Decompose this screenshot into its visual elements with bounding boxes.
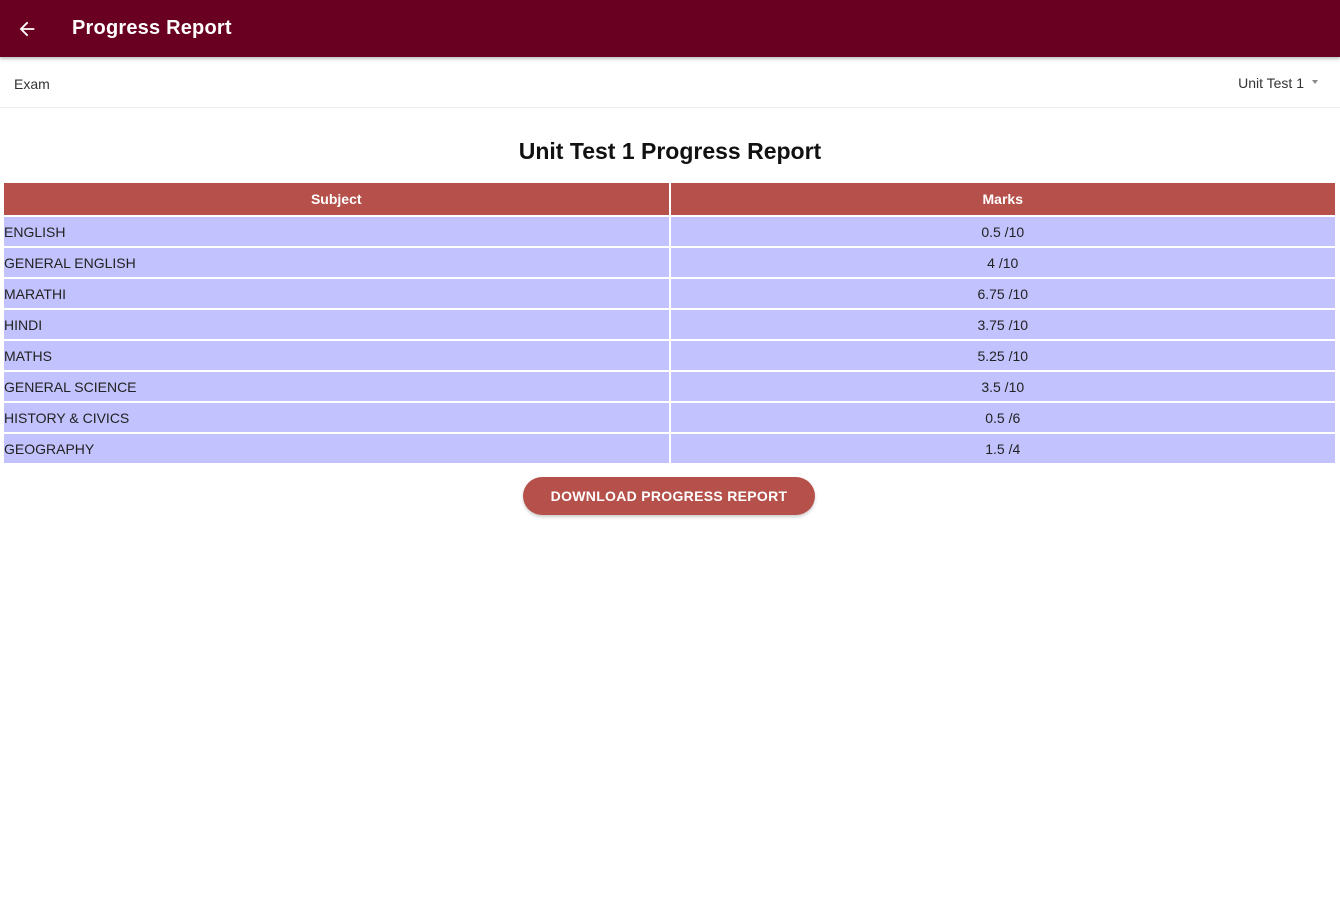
subject-cell: GENERAL ENGLISH (4, 246, 671, 278)
table-row: HINDI 3.75 /10 (4, 308, 1335, 340)
marks-cell: 1.5 /4 (669, 432, 1335, 463)
subject-cell: HISTORY & CIVICS (4, 401, 671, 433)
back-button[interactable] (12, 14, 42, 44)
chevron-down-icon (1312, 80, 1318, 84)
page-title: Progress Report (72, 17, 232, 39)
table-row: MARATHI 6.75 /10 (4, 277, 1335, 309)
subject-cell: GENERAL SCIENCE (4, 370, 671, 402)
subject-cell: HINDI (4, 308, 671, 340)
arrow-left-icon (19, 21, 35, 37)
table-row: GENERAL ENGLISH 4 /10 (4, 246, 1335, 278)
table-row: ENGLISH 0.5 /10 (4, 215, 1335, 247)
subject-cell: MATHS (4, 339, 671, 371)
marks-cell: 3.5 /10 (669, 370, 1335, 402)
exam-dropdown[interactable]: Unit Test 1 (1238, 75, 1318, 91)
table-header-row: Subject Marks (4, 183, 1335, 216)
table-row: HISTORY & CIVICS 0.5 /6 (4, 401, 1335, 433)
marks-cell: 0.5 /10 (669, 215, 1335, 247)
marks-cell: 6.75 /10 (669, 277, 1335, 309)
table-row: GEOGRAPHY 1.5 /4 (4, 432, 1335, 463)
marks-column-header: Marks (669, 183, 1335, 216)
exam-filter-row: Exam Unit Test 1 (0, 57, 1340, 108)
exam-dropdown-value: Unit Test 1 (1238, 75, 1304, 91)
marks-table: Subject Marks ENGLISH 0.5 /10 GENERAL EN… (4, 183, 1335, 463)
marks-cell: 4 /10 (669, 246, 1335, 278)
table-row: GENERAL SCIENCE 3.5 /10 (4, 370, 1335, 402)
subject-cell: MARATHI (4, 277, 671, 309)
exam-label: Exam (14, 76, 50, 92)
marks-cell: 0.5 /6 (669, 401, 1335, 433)
marks-cell: 5.25 /10 (669, 339, 1335, 371)
download-progress-report-button[interactable]: DOWNLOAD PROGRESS REPORT (523, 477, 815, 515)
marks-cell: 3.75 /10 (669, 308, 1335, 340)
subject-cell: GEOGRAPHY (4, 432, 671, 463)
report-title: Unit Test 1 Progress Report (518, 138, 822, 164)
app-bar: Progress Report (0, 0, 1340, 57)
table-row: MATHS 5.25 /10 (4, 339, 1335, 371)
subject-cell: ENGLISH (4, 215, 671, 247)
subject-column-header: Subject (4, 183, 671, 216)
